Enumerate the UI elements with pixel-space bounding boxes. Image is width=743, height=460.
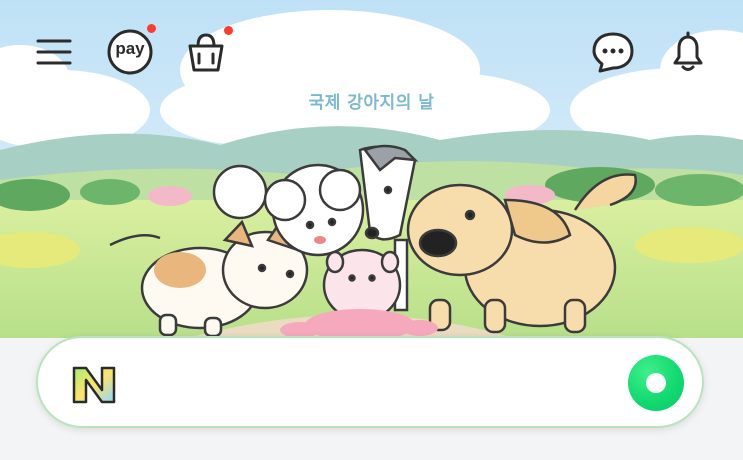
chat-bubble-icon xyxy=(592,32,634,73)
menu-button[interactable] xyxy=(28,26,80,78)
search-bar xyxy=(36,336,704,428)
bell-icon xyxy=(673,31,703,71)
pay-label: pay xyxy=(115,39,145,58)
menu-icon xyxy=(36,39,72,65)
pay-button[interactable]: pay xyxy=(104,24,156,78)
notification-button[interactable] xyxy=(662,26,714,78)
search-button[interactable] xyxy=(628,355,684,411)
doodle-title[interactable]: 국제 강아지의 날 xyxy=(0,88,743,113)
talk-button[interactable] xyxy=(587,26,639,78)
naver-logo-icon[interactable] xyxy=(70,362,118,408)
search-input[interactable] xyxy=(134,358,608,410)
shopping-notification-dot xyxy=(224,26,233,35)
shopping-bag-icon xyxy=(188,33,224,72)
shopping-button[interactable] xyxy=(180,26,233,78)
top-bar: pay xyxy=(0,0,743,100)
pay-notification-dot xyxy=(147,24,156,33)
